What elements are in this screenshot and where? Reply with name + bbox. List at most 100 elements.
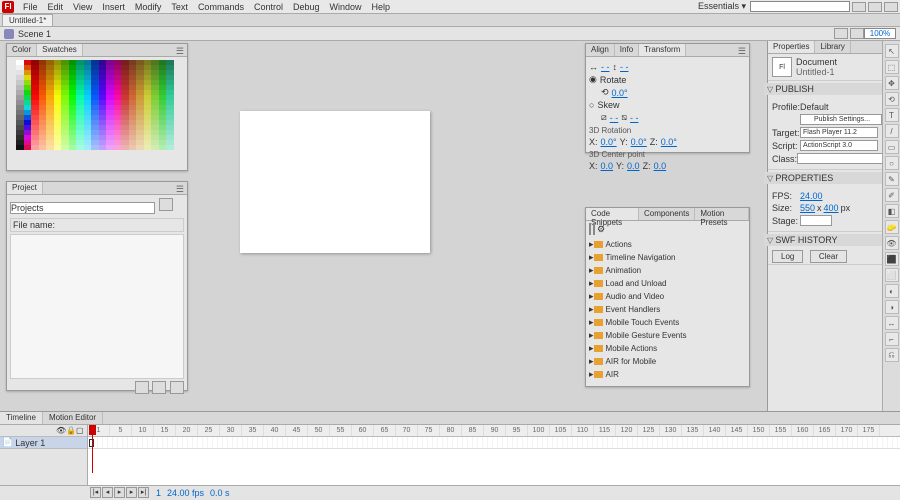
menu-view[interactable]: View (68, 1, 97, 13)
copy-snippet-icon[interactable] (593, 223, 595, 235)
new-file-icon[interactable] (135, 381, 149, 394)
swatch[interactable] (24, 145, 32, 150)
stage-canvas[interactable] (240, 111, 430, 253)
tool-button[interactable]: ▭ (885, 140, 899, 154)
ruler-tick[interactable]: 15 (154, 425, 176, 436)
first-frame-button[interactable]: |◂ (90, 487, 101, 498)
ruler-tick[interactable]: 5 (110, 425, 132, 436)
edit-symbol-icon[interactable] (850, 28, 864, 39)
edit-scene-icon[interactable] (834, 28, 848, 39)
search-input[interactable] (750, 1, 850, 12)
document-tab[interactable]: Untitled-1* (2, 14, 53, 26)
swatch[interactable] (39, 145, 47, 150)
eye-icon[interactable]: 👁 (56, 426, 65, 435)
script-select[interactable]: ActionScript 3.0 (800, 140, 878, 151)
menu-insert[interactable]: Insert (97, 1, 130, 13)
cen3d-z[interactable]: 0.0 (654, 161, 667, 171)
ruler-tick[interactable]: 30 (220, 425, 242, 436)
panel-menu-icon[interactable]: ☰ (176, 46, 184, 57)
ruler-tick[interactable]: 130 (660, 425, 682, 436)
ruler-tick[interactable]: 95 (506, 425, 528, 436)
menu-commands[interactable]: Commands (193, 1, 249, 13)
swatch[interactable] (76, 145, 84, 150)
swatch[interactable] (151, 145, 159, 150)
snippet-folder[interactable]: ▸Actions (589, 238, 746, 251)
tool-button[interactable]: ○ (885, 156, 899, 170)
ruler-tick[interactable]: 55 (330, 425, 352, 436)
menu-modify[interactable]: Modify (130, 1, 167, 13)
snippet-folder[interactable]: ▸Animation (589, 264, 746, 277)
skew-b[interactable]: - - (630, 113, 639, 123)
swf-history-header[interactable]: ▽ SWF HISTORY (764, 234, 886, 246)
ruler-tick[interactable]: 160 (792, 425, 814, 436)
class-input[interactable] (797, 153, 892, 164)
menu-debug[interactable]: Debug (288, 1, 325, 13)
tool-button[interactable]: ⬜ (885, 268, 899, 282)
snippet-folder[interactable]: ▸Timeline Navigation (589, 251, 746, 264)
timeline-fps[interactable]: 24.00 fps (167, 488, 204, 498)
ruler-tick[interactable]: 75 (418, 425, 440, 436)
swatch[interactable] (31, 145, 39, 150)
next-frame-button[interactable]: ▸ (126, 487, 137, 498)
tab-motion-presets[interactable]: Motion Presets (695, 208, 749, 220)
ruler-tick[interactable]: 20 (176, 425, 198, 436)
project-options-icon[interactable] (159, 198, 173, 211)
ruler-tick[interactable]: 140 (704, 425, 726, 436)
tab-properties[interactable]: Properties (768, 41, 815, 53)
cen3d-y[interactable]: 0.0 (627, 161, 640, 171)
rot3d-z[interactable]: 0.0° (661, 137, 677, 147)
swatch[interactable] (144, 145, 152, 150)
tab-code-snippets[interactable]: Code Snippets (586, 208, 639, 220)
swatch[interactable] (159, 145, 167, 150)
prev-frame-button[interactable]: ◂ (102, 487, 113, 498)
snippet-folder[interactable]: ▸Audio and Video (589, 290, 746, 303)
snippet-gear-icon[interactable]: ⚙ (597, 224, 605, 234)
size-w[interactable]: 550 (800, 203, 815, 213)
swatch[interactable] (121, 145, 129, 150)
swatch[interactable] (16, 145, 24, 150)
swatch[interactable] (46, 145, 54, 150)
tab-timeline[interactable]: Timeline (0, 412, 43, 424)
ruler-tick[interactable]: 100 (528, 425, 550, 436)
ruler-tick[interactable]: 45 (286, 425, 308, 436)
publish-settings-button[interactable]: Publish Settings... (800, 114, 882, 125)
ruler-tick[interactable]: 105 (550, 425, 572, 436)
snippet-folder[interactable]: ▸Mobile Gesture Events (589, 329, 746, 342)
ruler-tick[interactable]: 175 (858, 425, 880, 436)
tool-button[interactable]: ↖ (885, 44, 899, 58)
ruler-tick[interactable]: 165 (814, 425, 836, 436)
tool-button[interactable]: 👁 (885, 236, 899, 250)
size-h[interactable]: 400 (824, 203, 839, 213)
tab-color[interactable]: Color (7, 44, 37, 56)
ruler-tick[interactable]: 25 (198, 425, 220, 436)
swatch[interactable] (114, 145, 122, 150)
tab-align[interactable]: Align (586, 44, 615, 56)
ruler-tick[interactable]: 80 (440, 425, 462, 436)
project-selector[interactable]: Projects (10, 202, 155, 214)
panel-menu-icon[interactable]: ☰ (738, 46, 746, 57)
tool-button[interactable]: ⬚ (885, 60, 899, 74)
new-folder-icon[interactable] (152, 381, 166, 394)
ruler-tick[interactable]: 10 (132, 425, 154, 436)
ruler-tick[interactable]: 115 (594, 425, 616, 436)
tool-button[interactable]: ⬛ (885, 252, 899, 266)
ruler-tick[interactable]: 145 (726, 425, 748, 436)
fps-value[interactable]: 24.00 (800, 191, 823, 201)
lock-icon[interactable]: 🔒 (66, 426, 75, 435)
ruler-tick[interactable]: 90 (484, 425, 506, 436)
tool-button[interactable]: 🧽 (885, 220, 899, 234)
ruler-tick[interactable]: 65 (374, 425, 396, 436)
log-button[interactable]: Log (772, 250, 803, 263)
window-close-icon[interactable] (884, 2, 898, 12)
stage-color-swatch[interactable] (800, 215, 832, 226)
skew-a[interactable]: - - (610, 113, 619, 123)
ruler-tick[interactable]: 35 (242, 425, 264, 436)
cen3d-x[interactable]: 0.0 (601, 161, 614, 171)
tool-button[interactable]: ◧ (885, 204, 899, 218)
playhead[interactable] (92, 425, 93, 473)
rotate-value[interactable]: 0.0° (612, 88, 628, 98)
tab-info[interactable]: Info (615, 44, 639, 56)
tab-library[interactable]: Library (815, 41, 850, 53)
swatch[interactable] (54, 145, 62, 150)
menu-text[interactable]: Text (166, 1, 193, 13)
